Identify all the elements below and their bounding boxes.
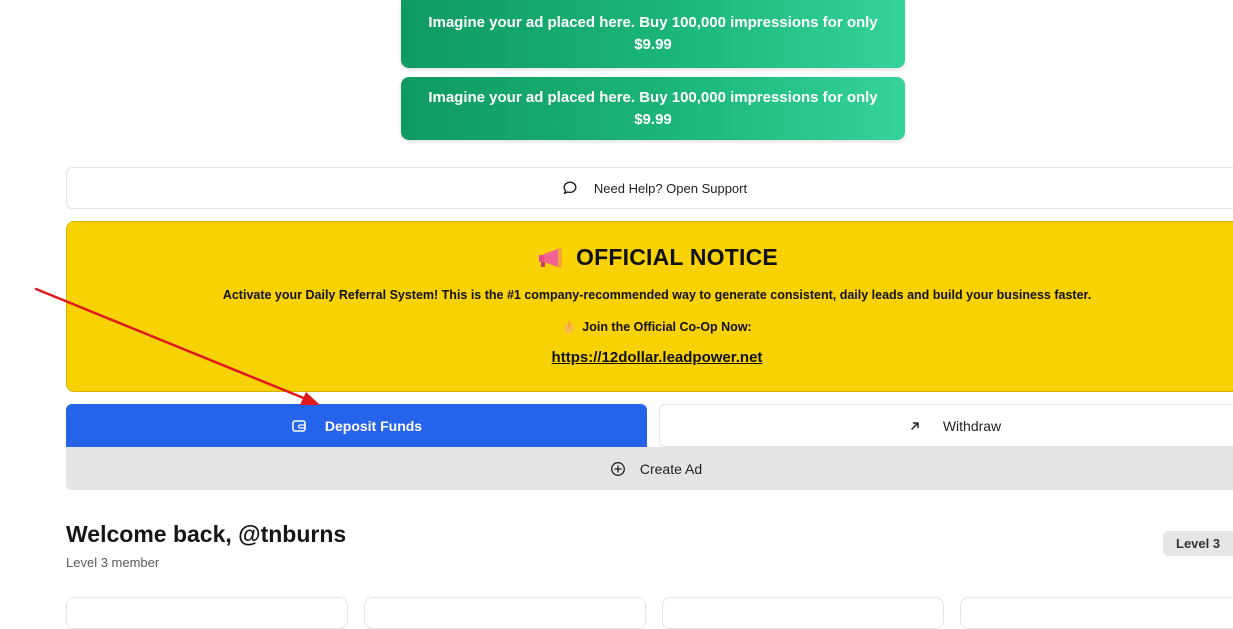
stat-card	[364, 597, 646, 629]
notice-cta-row: Join the Official Co-Op Now:	[67, 320, 1233, 334]
deposit-label: Deposit Funds	[324, 417, 423, 434]
ad-banner-text: Imagine your ad placed here. Buy 100,000…	[428, 88, 878, 128]
stat-card	[66, 597, 348, 629]
co-op-link[interactable]: https://12dollar.leadpower.net	[67, 349, 1233, 366]
official-notice: OFFICIAL NOTICE Activate your Daily Refe…	[66, 221, 1233, 392]
notice-title: OFFICIAL NOTICE	[576, 244, 778, 270]
create-ad-label: Create Ad	[639, 460, 703, 477]
welcome-title: Welcome back, @tnburns	[66, 521, 347, 547]
chat-bubble-icon	[563, 181, 577, 194]
ad-banner-2[interactable]: Imagine your ad placed here. Buy 100,000…	[401, 77, 905, 140]
withdraw-label: Withdraw	[942, 417, 1002, 434]
plus-circle-icon	[610, 461, 625, 476]
megaphone-icon	[539, 247, 563, 268]
withdraw-button[interactable]: Withdraw	[659, 404, 1233, 447]
ad-banner-text: Imagine your ad placed here. Buy 100,000…	[428, 14, 878, 53]
arrow-up-right-icon	[911, 421, 919, 430]
wallet-icon	[292, 419, 306, 432]
welcome-subtitle: Level 3 member	[66, 555, 160, 570]
stat-card	[960, 597, 1233, 629]
support-label: Need Help? Open Support	[593, 180, 748, 196]
level-badge: Level 3	[1163, 531, 1233, 556]
ad-banner-1[interactable]: Imagine your ad placed here. Buy 100,000…	[401, 0, 905, 68]
stat-card	[662, 597, 944, 629]
deposit-funds-button[interactable]: Deposit Funds	[66, 404, 647, 447]
open-support-button[interactable]: Need Help? Open Support	[66, 167, 1233, 209]
create-ad-button[interactable]: Create Ad	[66, 447, 1233, 490]
notice-cta: Join the Official Co-Op Now:	[582, 320, 752, 334]
pointing-hand-icon	[564, 321, 575, 333]
notice-body: Activate your Daily Referral System! Thi…	[222, 288, 1092, 302]
notice-title-row: OFFICIAL NOTICE	[67, 244, 1233, 271]
